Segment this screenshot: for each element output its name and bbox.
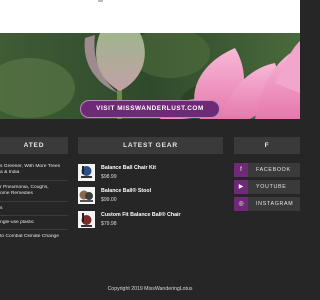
- social-link-instagram[interactable]: ◎ INSTAGRAM: [234, 197, 300, 211]
- gear-item[interactable]: Custom Fit Balance Ball® Chair $79.98: [78, 211, 228, 231]
- facebook-icon: f: [234, 163, 248, 177]
- gear-thumbnail[interactable]: [78, 211, 95, 228]
- social-heading-label: F: [264, 142, 270, 149]
- related-link[interactable]: a & India: [0, 170, 68, 176]
- gear-name[interactable]: Balance Ball Chair Kit: [101, 165, 156, 171]
- page: VISIT MISSWANDERLUST.COM ATED s Greener,…: [0, 0, 300, 300]
- gear-price: $79.98: [101, 221, 117, 227]
- top-mark: [98, 0, 103, 2]
- top-strip: [0, 0, 300, 33]
- social-label: YOUTUBE: [256, 184, 287, 190]
- latest-gear-heading: LATEST GEAR: [78, 137, 223, 154]
- related-link[interactable]: to Combat Climate Change: [0, 234, 68, 240]
- latest-gear-heading-label: LATEST GEAR: [123, 142, 178, 149]
- social-label: FACEBOOK: [256, 167, 291, 173]
- related-link[interactable]: ome Remedies: [0, 191, 68, 197]
- social-link-youtube[interactable]: ▶ YOUTUBE: [234, 180, 300, 194]
- divider: [0, 179, 68, 181]
- gear-price: $99.00: [101, 197, 117, 203]
- gear-thumbnail[interactable]: [78, 164, 95, 181]
- visit-site-button[interactable]: VISIT MISSWANDERLUST.COM: [80, 100, 220, 118]
- youtube-icon: ▶: [234, 180, 248, 194]
- social-heading: F: [234, 137, 300, 154]
- divider: [0, 215, 68, 217]
- related-heading: ATED: [0, 137, 68, 154]
- footer-widgets: ATED s Greener, With More Trees a & Indi…: [0, 119, 300, 300]
- hero-banner: VISIT MISSWANDERLUST.COM: [0, 33, 300, 119]
- related-link[interactable]: ngle-use plastic: [0, 220, 68, 226]
- related-list: s Greener, With More Trees a & India r P…: [0, 164, 68, 241]
- gear-item[interactable]: Balance Ball® Stool $99.00: [78, 187, 228, 207]
- chair-icon: [81, 213, 92, 227]
- stool-icon: [79, 190, 93, 202]
- divider: [0, 229, 68, 231]
- gear-item[interactable]: Balance Ball Chair Kit $98.99: [78, 164, 228, 184]
- social-link-facebook[interactable]: f FACEBOOK: [234, 163, 300, 177]
- copyright-text: Copyright 2019 MissWanderingLotus: [107, 286, 193, 292]
- social-label: INSTAGRAM: [256, 201, 294, 207]
- related-link[interactable]: s: [0, 206, 68, 212]
- gear-thumbnail[interactable]: [78, 187, 95, 204]
- chair-kit-icon: [81, 166, 92, 178]
- gear-name[interactable]: Balance Ball® Stool: [101, 188, 151, 194]
- gear-price: $98.99: [101, 174, 117, 180]
- divider: [0, 200, 68, 202]
- instagram-icon: ◎: [234, 197, 248, 211]
- gear-name[interactable]: Custom Fit Balance Ball® Chair: [101, 212, 181, 218]
- related-heading-label: ATED: [23, 142, 45, 149]
